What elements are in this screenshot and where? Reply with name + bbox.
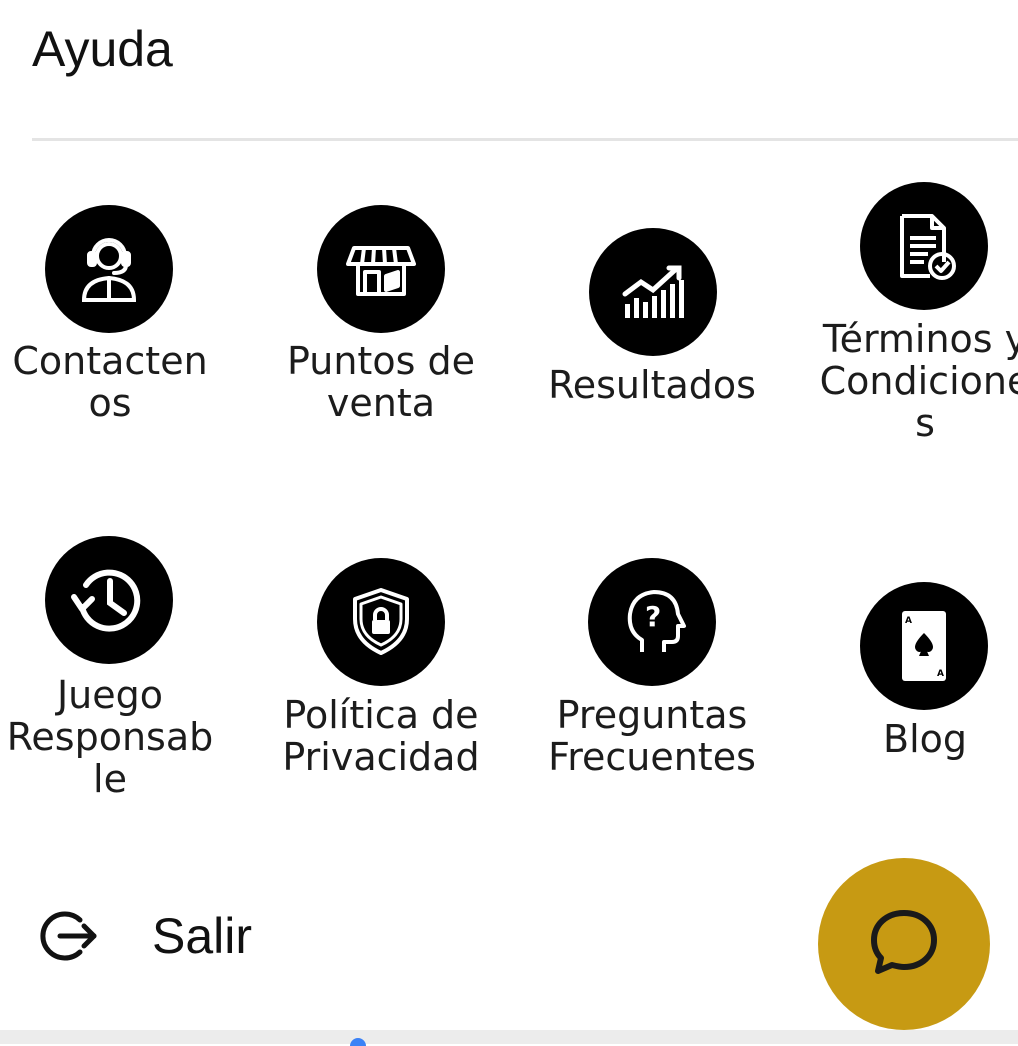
tile-contactenos[interactable]: Contacten os	[0, 205, 245, 445]
tile-label: Preguntas Frecuentes	[548, 693, 756, 779]
tile-juego-responsable[interactable]: Juego Responsab le	[0, 536, 245, 816]
logout-button[interactable]: Salir	[36, 896, 252, 976]
tile-resultados[interactable]: Resultados	[517, 228, 787, 428]
tile-label: Términos y Condicione s	[819, 317, 1018, 445]
tile-preguntas-frecuentes[interactable]: ? Preguntas Frecuentes	[517, 558, 787, 798]
page-title: Ayuda	[32, 21, 173, 77]
svg-text:A: A	[905, 616, 912, 626]
tile-label: Resultados	[548, 363, 756, 407]
header-divider	[32, 138, 1018, 141]
svg-text:A: A	[937, 669, 944, 679]
chat-button[interactable]	[818, 858, 990, 1030]
tile-terminos-condiciones[interactable]: Términos y Condicione s	[790, 182, 1018, 462]
tile-label: Juego Responsab le	[6, 673, 214, 801]
bottom-nav-edge	[0, 1030, 1018, 1044]
store-icon	[317, 205, 445, 333]
chat-bubble-icon	[859, 899, 949, 989]
svg-text:?: ?	[645, 600, 661, 633]
logout-icon	[36, 904, 100, 968]
chart-growth-icon	[589, 228, 717, 356]
tile-politica-privacidad[interactable]: Política de Privacidad	[246, 558, 516, 798]
tile-puntos-de-venta[interactable]: Puntos de venta	[246, 205, 516, 445]
playing-card-icon: A A	[860, 582, 988, 710]
history-clock-icon	[45, 536, 173, 664]
document-check-icon	[860, 182, 988, 310]
tile-label: Blog	[883, 717, 967, 761]
logout-label: Salir	[152, 908, 253, 964]
tile-blog[interactable]: A A Blog	[790, 582, 1018, 782]
tile-label: Puntos de venta	[287, 339, 475, 425]
head-question-icon: ?	[588, 558, 716, 686]
tile-label: Política de Privacidad	[282, 693, 480, 779]
tile-label: Contacten os	[12, 339, 208, 425]
shield-lock-icon	[317, 558, 445, 686]
customer-support-icon	[45, 205, 173, 333]
